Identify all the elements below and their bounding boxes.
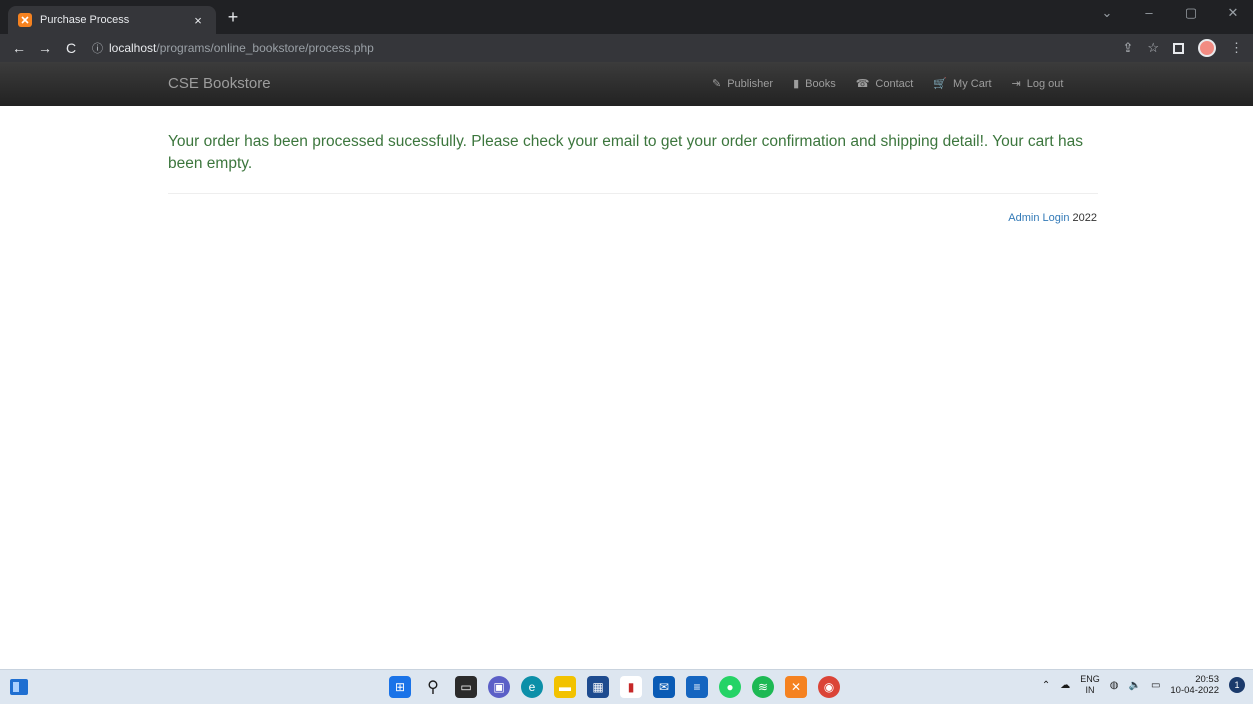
order-success-message: Your order has been processed sucessfull… <box>168 133 1084 172</box>
lang-bottom: IN <box>1085 685 1095 695</box>
start-windows-icon[interactable]: ⊞ <box>389 676 411 698</box>
language-indicator[interactable]: ENG IN <box>1080 674 1100 696</box>
nav-link-publisher[interactable]: ✎ Publisher <box>712 77 774 91</box>
gift-icon[interactable]: ▮ <box>620 676 642 698</box>
edge-browser-icon[interactable]: e <box>521 676 543 698</box>
time: 20:53 <box>1195 674 1219 685</box>
maximize-button[interactable]: ▢ <box>1179 5 1203 21</box>
xampp-favicon-icon <box>18 13 32 27</box>
side-panel-icon[interactable] <box>1173 42 1184 54</box>
paperclip-icon: ✎ <box>712 78 722 90</box>
browser-toolbar: ← → C ⓘ localhost/programs/online_bookst… <box>0 34 1253 62</box>
date: 10-04-2022 <box>1170 685 1219 696</box>
minimize-button[interactable]: – <box>1137 5 1161 21</box>
nav-link-contact[interactable]: ☎ Contact <box>855 77 914 91</box>
nav-link-label: Publisher <box>727 77 774 90</box>
battery-icon[interactable]: ▭ <box>1151 680 1160 691</box>
chrome-icon[interactable]: ◉ <box>818 676 840 698</box>
taskbar-apps: ⊞ ⚲ ▭ ▣ e ▬ ▦ ▮ ✉ ≡ ● ≋ ✕ ◉ <box>389 676 840 698</box>
site-info-icon[interactable]: ⓘ <box>92 40 103 56</box>
nav-link-label: Log out <box>1026 77 1064 90</box>
clock[interactable]: 20:53 10-04-2022 <box>1170 674 1219 696</box>
new-tab-button[interactable]: + <box>222 7 244 29</box>
chat-icon[interactable]: ▣ <box>488 676 510 698</box>
divider <box>168 193 1098 194</box>
forward-arrow-icon[interactable]: → <box>34 40 56 56</box>
file-explorer-icon[interactable]: ▬ <box>554 676 576 698</box>
chevron-up-icon[interactable]: ⌃ <box>1042 680 1050 691</box>
cloud-icon[interactable]: ☁ <box>1060 680 1070 691</box>
logout-icon: ⇥ <box>1011 78 1021 90</box>
url-host: localhost <box>109 41 157 55</box>
search-icon[interactable]: ⚲ <box>422 676 444 698</box>
nav-link-label: Books <box>805 77 836 90</box>
tab-title: Purchase Process <box>40 14 130 26</box>
footer: Admin Login 2022 <box>1008 212 1097 224</box>
volume-icon[interactable]: 🔈 <box>1128 680 1140 691</box>
admin-login-link[interactable]: Admin Login <box>1008 212 1069 224</box>
browser-tab-strip: Purchase Process × + ⌄ – ▢ ✕ <box>0 0 1253 34</box>
bookmark-star-icon[interactable]: ☆ <box>1147 40 1159 56</box>
back-arrow-icon[interactable]: ← <box>8 40 30 56</box>
address-bar[interactable]: ⓘ localhost/programs/online_bookstore/pr… <box>92 37 374 59</box>
site-navbar: CSE Bookstore ✎ Publisher ▮ Books ☎ Cont… <box>0 62 1253 106</box>
nav-links: ✎ Publisher ▮ Books ☎ Contact 🛒 My Cart … <box>712 77 1083 91</box>
share-icon[interactable]: ⇪ <box>1122 40 1133 56</box>
nav-link-my-cart[interactable]: 🛒 My Cart <box>933 77 992 91</box>
cart-icon: 🛒 <box>933 78 948 90</box>
window-controls: ⌄ – ▢ ✕ <box>1095 5 1245 21</box>
lang-top: ENG <box>1080 674 1100 684</box>
brand-link[interactable]: CSE Bookstore <box>168 75 271 92</box>
windows-taskbar: ⊞ ⚲ ▭ ▣ e ▬ ▦ ▮ ✉ ≡ ● ≋ ✕ ◉ ⌃ ☁ ENG IN ◍… <box>0 669 1253 704</box>
nav-link-label: My Cart <box>953 77 992 90</box>
close-window-button[interactable]: ✕ <box>1221 5 1245 21</box>
spotify-icon[interactable]: ≋ <box>752 676 774 698</box>
store-icon[interactable]: ▦ <box>587 676 609 698</box>
task-view-icon[interactable]: ▭ <box>455 676 477 698</box>
nav-link-label: Contact <box>875 77 914 90</box>
notepad-icon[interactable]: ≡ <box>686 676 708 698</box>
url-path: /programs/online_bookstore/process.php <box>156 41 374 55</box>
phone-icon: ☎ <box>855 78 870 90</box>
main-content: Your order has been processed sucessfull… <box>168 131 1098 175</box>
menu-kebab-icon[interactable]: ⋮ <box>1230 40 1243 56</box>
browser-tab[interactable]: Purchase Process × <box>8 6 216 34</box>
nav-link-log-out[interactable]: ⇥ Log out <box>1011 77 1064 91</box>
book-icon: ▮ <box>793 78 800 90</box>
network-icon[interactable]: ◍ <box>1110 680 1119 691</box>
xampp-icon[interactable]: ✕ <box>785 676 807 698</box>
widgets-icon[interactable] <box>10 679 28 695</box>
profile-avatar[interactable] <box>1198 39 1216 57</box>
reload-icon[interactable]: C <box>60 40 82 56</box>
footer-year: 2022 <box>1072 212 1097 224</box>
whatsapp-icon[interactable]: ● <box>719 676 741 698</box>
system-tray: ⌃ ☁ ENG IN ◍ 🔈 ▭ 20:53 10-04-2022 1 <box>1042 674 1245 696</box>
tab-search-icon[interactable]: ⌄ <box>1095 5 1119 21</box>
nav-link-books[interactable]: ▮ Books <box>793 77 836 91</box>
mail-icon[interactable]: ✉ <box>653 676 675 698</box>
notification-badge[interactable]: 1 <box>1229 677 1245 693</box>
toolbar-actions: ⇪ ☆ ⋮ <box>1122 39 1243 57</box>
tab-close-icon[interactable]: × <box>190 13 206 28</box>
